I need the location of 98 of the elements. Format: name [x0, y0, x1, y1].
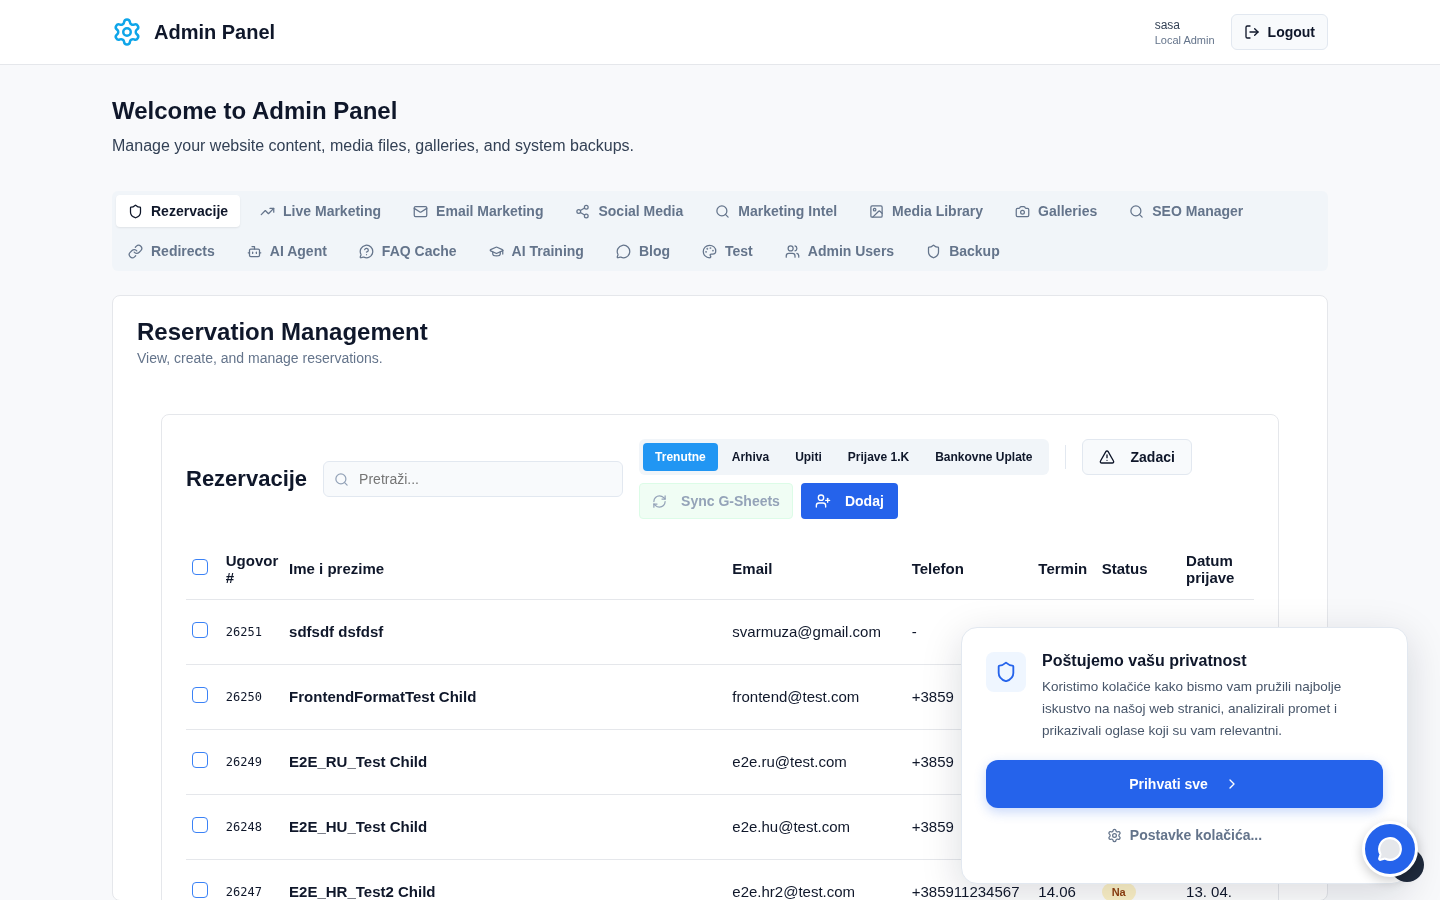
- reservations-title: Rezervacije: [186, 466, 308, 492]
- user-role: Local Admin: [1154, 34, 1215, 46]
- camera-icon: [1015, 203, 1031, 219]
- view-tab[interactable]: Prijave 1.K: [835, 443, 922, 471]
- email-text: svarmuza@gmail.com: [732, 623, 881, 640]
- gear-icon: [1106, 827, 1122, 843]
- shield-icon: [128, 203, 143, 219]
- column-header: Status: [1095, 539, 1181, 599]
- search-icon: [715, 203, 731, 219]
- term-text: 14.06: [1038, 883, 1076, 900]
- mail-icon: [413, 203, 429, 219]
- row-checkbox[interactable]: [192, 622, 208, 638]
- section-title: Reservation Management: [137, 318, 429, 346]
- search-icon: [334, 471, 350, 487]
- nav-tab[interactable]: Backup: [914, 235, 1012, 267]
- chat-bubble-icon: [615, 243, 631, 259]
- add-button[interactable]: Dodaj: [800, 483, 898, 519]
- nav-tab[interactable]: FAQ Cache: [346, 235, 469, 267]
- email-text: e2e.hr2@test.com: [732, 883, 856, 900]
- accept-button[interactable]: Prihvati sve: [986, 760, 1383, 808]
- view-tab[interactable]: Arhiva: [719, 443, 782, 471]
- warning-icon: [1098, 449, 1115, 465]
- gear-icon: [112, 17, 142, 47]
- app-title: Admin Panel: [154, 20, 276, 44]
- nav-tab[interactable]: Email Marketing: [401, 195, 556, 227]
- robot-icon: [246, 243, 262, 259]
- phone-text: +3859: [911, 818, 954, 835]
- view-tab[interactable]: Upiti: [783, 443, 834, 471]
- row-checkbox[interactable]: [192, 752, 208, 768]
- customer-name: E2E_RU_Test Child: [289, 753, 428, 770]
- palette-icon: [702, 243, 717, 259]
- graduation-cap-icon: [488, 243, 504, 259]
- select-all-checkbox[interactable]: [192, 559, 208, 576]
- contract-number: 26248: [225, 819, 262, 834]
- column-header: Termin: [1032, 539, 1096, 599]
- logout-icon: [1243, 24, 1260, 40]
- section-subtitle: View, create, and manage reservations.: [137, 350, 384, 366]
- phone-text: -: [911, 623, 917, 640]
- column-header: Datum prijave: [1180, 539, 1254, 599]
- email-text: frontend@test.com: [732, 688, 860, 705]
- phone-text: +3859: [911, 688, 954, 705]
- tasks-button[interactable]: Zadaci: [1081, 439, 1192, 475]
- page-title: Welcome to Admin Panel: [112, 97, 399, 125]
- question-bubble-icon: [358, 243, 374, 259]
- search-field[interactable]: Pretraži...: [323, 461, 624, 497]
- shield-icon: [995, 661, 1017, 683]
- phone-text: +385911234567: [911, 883, 1020, 900]
- cookie-text: Koristimo kolačiće kako bismo vam pružili najbolje iskustvo na našoj web stranici, analizirali promet i prikazivali oglase koji su vam relevantni.: [1042, 678, 1343, 740]
- customer-name: E2E_HU_Test Child: [289, 818, 428, 835]
- nav-tab[interactable]: Galleries: [1003, 195, 1110, 227]
- date-text: 13. 04.: [1186, 883, 1232, 900]
- column-header: Telefon: [905, 539, 1033, 599]
- link-icon: [128, 243, 143, 259]
- search-icon: [1129, 203, 1145, 219]
- email-text: e2e.hu@test.com: [732, 818, 851, 835]
- users-icon: [784, 243, 800, 259]
- contract-number: 26249: [225, 754, 262, 769]
- cookie-settings-link[interactable]: Postavke kolačića...: [1100, 826, 1269, 844]
- sync-button[interactable]: Sync G-Sheets: [639, 483, 793, 519]
- email-text: e2e.ru@test.com: [732, 753, 847, 770]
- nav-tab[interactable]: Admin Users: [772, 235, 907, 267]
- column-header: Ugovor #: [219, 539, 284, 599]
- row-checkbox[interactable]: [192, 882, 208, 898]
- row-checkbox[interactable]: [192, 687, 208, 703]
- contract-number: 26250: [225, 689, 262, 704]
- customer-name: FrontendFormatTest Child: [289, 688, 477, 705]
- column-header: Email: [726, 539, 906, 599]
- row-checkbox[interactable]: [192, 817, 208, 833]
- nav-tab[interactable]: Social Media: [563, 195, 696, 227]
- customer-name: E2E_HR_Test2 Child: [289, 883, 436, 900]
- nav-tab[interactable]: Live Marketing: [248, 195, 394, 227]
- view-tab[interactable]: Bankovne Uplate: [923, 443, 1045, 471]
- refresh-icon: [652, 493, 668, 509]
- nav-tab[interactable]: Rezervacije: [116, 195, 241, 227]
- chat-bubble-icon: [1377, 836, 1403, 862]
- page-subtitle: Manage your website content, media files, galleries, and system backups.: [112, 137, 636, 155]
- nav-tab[interactable]: Media Library: [857, 195, 996, 227]
- column-header: Ime i prezime: [283, 539, 727, 599]
- add-user-icon: [814, 493, 831, 509]
- nav-tab[interactable]: AI Agent: [234, 235, 339, 267]
- nav-tab[interactable]: Redirects: [116, 235, 227, 267]
- share-icon: [575, 203, 591, 219]
- user-name: sasa: [1154, 18, 1181, 32]
- view-tab[interactable]: Trenutne: [643, 443, 718, 471]
- contract-number: 26247: [225, 884, 262, 899]
- nav-tab[interactable]: Marketing Intel: [703, 195, 850, 227]
- nav-tab[interactable]: SEO Manager: [1117, 195, 1256, 227]
- phone-text: +3859: [911, 753, 954, 770]
- nav-tab[interactable]: Blog: [603, 235, 682, 267]
- nav-tab[interactable]: AI Training: [476, 235, 596, 267]
- contract-number: 26251: [225, 624, 262, 639]
- search-input[interactable]: Pretraži...: [357, 470, 613, 488]
- shield-icon: [926, 243, 942, 259]
- customer-name: sdfsdf dsfdsf: [289, 623, 384, 640]
- image-icon: [869, 203, 885, 219]
- cookie-title: Poštujemo vašu privatnost: [1042, 652, 1248, 670]
- logout-button[interactable]: Logout: [1230, 14, 1328, 50]
- nav-tab[interactable]: Test: [690, 235, 765, 267]
